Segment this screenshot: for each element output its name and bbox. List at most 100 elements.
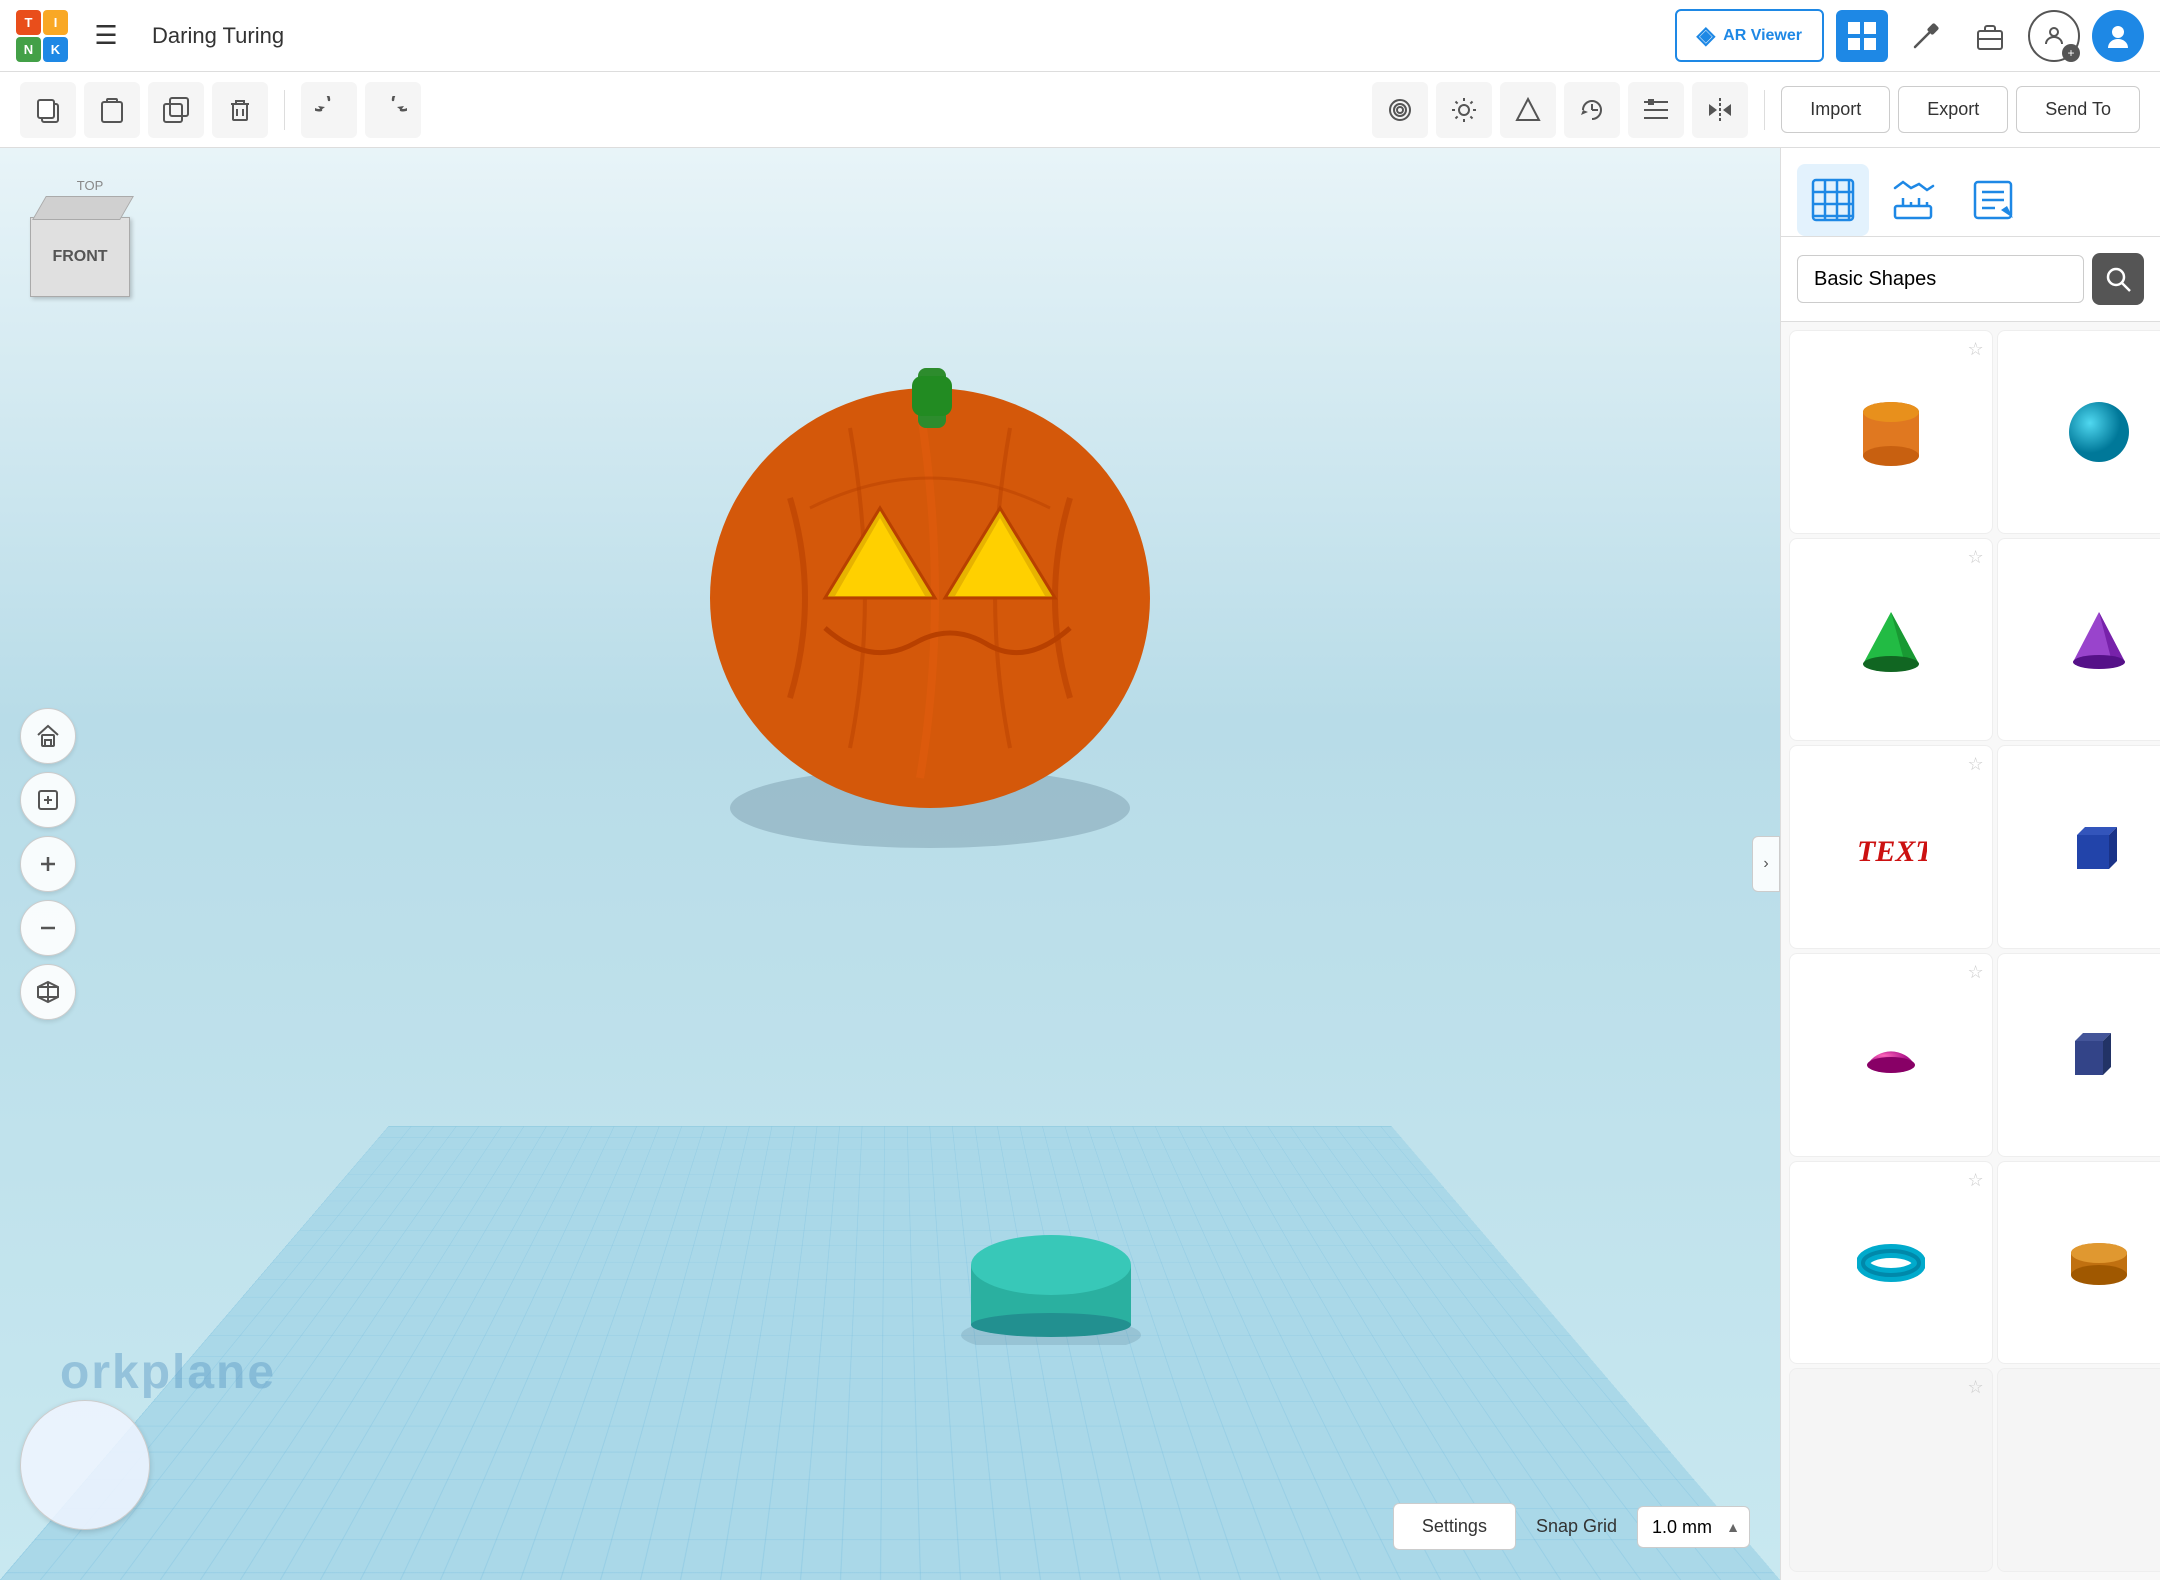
bottom-controls: Settings Snap Grid 1.0 mm 0.5 mm 0.1 mm … bbox=[1393, 1503, 1750, 1550]
star-icon[interactable]: ☆ bbox=[1968, 1377, 1984, 1398]
box-svg bbox=[2065, 813, 2133, 881]
shape-empty-2[interactable]: ☆ bbox=[1997, 1368, 2160, 1572]
avatar[interactable] bbox=[2092, 10, 2144, 62]
shape-cube-dark[interactable]: ☆ bbox=[1997, 953, 2160, 1157]
zoom-out-button[interactable] bbox=[20, 900, 76, 956]
light-icon bbox=[1450, 96, 1478, 124]
shape-toggle-button[interactable] bbox=[1500, 82, 1556, 138]
undo-icon bbox=[315, 96, 343, 124]
duplicate-button[interactable] bbox=[148, 82, 204, 138]
shape-box-3d[interactable]: ☆ bbox=[1997, 745, 2160, 949]
main-area: orkplane TOP FRONT bbox=[0, 148, 2160, 1580]
notes-tab-icon bbox=[1969, 176, 2017, 224]
rotate-button[interactable] bbox=[1564, 82, 1620, 138]
shape-half-sphere-img bbox=[1820, 984, 1961, 1125]
shape-pyramid-purple[interactable]: ☆ bbox=[1997, 538, 2160, 742]
ar-viewer-button[interactable]: ◈ AR Viewer bbox=[1675, 9, 1824, 62]
snap-grid-select[interactable]: 1.0 mm 0.5 mm 0.1 mm 2.0 mm 5.0 mm bbox=[1637, 1506, 1750, 1548]
import-button[interactable]: Import bbox=[1781, 86, 1890, 133]
light-button[interactable] bbox=[1436, 82, 1492, 138]
shape-half-sphere[interactable]: ☆ bbox=[1789, 953, 1993, 1157]
view-cube[interactable]: TOP FRONT bbox=[30, 178, 150, 308]
mini-map bbox=[20, 1400, 150, 1530]
shape-cylinder[interactable]: ☆ bbox=[1789, 330, 1993, 534]
svg-text:TEXT: TEXT bbox=[1857, 835, 1927, 868]
shape-text[interactable]: ☆ TEXT bbox=[1789, 745, 1993, 949]
align-button[interactable] bbox=[1628, 82, 1684, 138]
copy-button[interactable] bbox=[20, 82, 76, 138]
view-cube-top-face bbox=[32, 196, 134, 220]
star-icon[interactable]: ☆ bbox=[1968, 547, 1984, 568]
perspective-button[interactable] bbox=[20, 964, 76, 1020]
view-cube-top-label: TOP bbox=[30, 178, 150, 193]
export-button[interactable]: Export bbox=[1898, 86, 2008, 133]
shape-cylinder-img bbox=[1820, 361, 1961, 502]
star-icon[interactable]: ☆ bbox=[1968, 339, 1984, 360]
panel-search-row: Basic Shapes Letters & Numbers Geometric… bbox=[1781, 237, 2160, 322]
copy-icon bbox=[34, 96, 62, 124]
tab-grid[interactable] bbox=[1797, 164, 1869, 236]
settings-button[interactable]: Settings bbox=[1393, 1503, 1516, 1550]
shape-torus-img bbox=[1820, 1192, 1961, 1333]
collapse-icon: › bbox=[1763, 855, 1768, 873]
text-svg: TEXT bbox=[1855, 817, 1927, 877]
grid-view-button[interactable] bbox=[1836, 10, 1888, 62]
hammer-icon bbox=[1911, 21, 1941, 51]
mirror-button[interactable] bbox=[1692, 82, 1748, 138]
star-icon[interactable]: ☆ bbox=[1968, 1170, 1984, 1191]
home-view-button[interactable] bbox=[20, 708, 76, 764]
briefcase-button[interactable] bbox=[1964, 10, 2016, 62]
mirror-icon bbox=[1706, 96, 1734, 124]
shape-empty-1[interactable]: ☆ bbox=[1789, 1368, 1993, 1572]
perspective-icon bbox=[35, 979, 61, 1005]
delete-icon bbox=[226, 96, 254, 124]
shape-pyramid-green[interactable]: ☆ bbox=[1789, 538, 1993, 742]
logo-n: N bbox=[16, 37, 41, 62]
pyramid-green-svg bbox=[1857, 606, 1925, 674]
tab-notes[interactable] bbox=[1957, 164, 2029, 236]
top-nav: T I N K ☰ Daring Turing ◈ AR Viewer bbox=[0, 0, 2160, 72]
hammer-button[interactable] bbox=[1900, 10, 1952, 62]
zoom-in-icon bbox=[35, 851, 61, 877]
view-cube-body[interactable]: FRONT bbox=[30, 217, 130, 297]
shape-torus[interactable]: ☆ bbox=[1789, 1161, 1993, 1365]
pumpkin-svg bbox=[650, 248, 1250, 848]
send-to-button[interactable]: Send To bbox=[2016, 86, 2140, 133]
star-icon[interactable]: ☆ bbox=[1968, 962, 1984, 983]
viewport[interactable]: orkplane TOP FRONT bbox=[0, 148, 1780, 1580]
fit-view-button[interactable] bbox=[20, 772, 76, 828]
undo-button[interactable] bbox=[301, 82, 357, 138]
ar-viewer-label: AR Viewer bbox=[1723, 27, 1802, 45]
shape-category-select[interactable]: Basic Shapes Letters & Numbers Geometric… bbox=[1797, 255, 2084, 303]
search-button[interactable] bbox=[2092, 253, 2144, 305]
tab-ruler[interactable] bbox=[1877, 164, 1949, 236]
shape-text-img: TEXT bbox=[1820, 777, 1961, 918]
shape-short-cyl[interactable]: ☆ bbox=[1997, 1161, 2160, 1365]
snap-grid-wrap: 1.0 mm 0.5 mm 0.1 mm 2.0 mm 5.0 mm ▲ bbox=[1637, 1506, 1750, 1548]
redo-button[interactable] bbox=[365, 82, 421, 138]
paste-button[interactable] bbox=[84, 82, 140, 138]
teal-half-cyl-svg bbox=[961, 1225, 1141, 1345]
action-buttons: Import Export Send To bbox=[1781, 86, 2140, 133]
right-panel: Basic Shapes Letters & Numbers Geometric… bbox=[1780, 148, 2160, 1580]
menu-button[interactable]: ☰ bbox=[80, 10, 132, 62]
zoom-in-button[interactable] bbox=[20, 836, 76, 892]
toolbar: Import Export Send To bbox=[0, 72, 2160, 148]
collapse-handle[interactable]: › bbox=[1752, 836, 1780, 892]
shape-box-img bbox=[2028, 777, 2160, 918]
cube-svg bbox=[2065, 1021, 2133, 1089]
shape-sphere-img bbox=[2028, 361, 2160, 502]
delete-button[interactable] bbox=[212, 82, 268, 138]
view-mode-button[interactable] bbox=[1372, 82, 1428, 138]
pyramid-purple-svg bbox=[2065, 606, 2133, 674]
grid-tab-icon bbox=[1809, 176, 1857, 224]
add-user-button[interactable]: + bbox=[2028, 10, 2080, 62]
avatar-icon bbox=[2104, 22, 2132, 50]
ruler-tab-icon bbox=[1889, 176, 1937, 224]
shape-icon bbox=[1514, 96, 1542, 124]
nav-controls bbox=[20, 708, 76, 1020]
shape-pyramid-purple-img bbox=[2028, 569, 2160, 710]
star-icon[interactable]: ☆ bbox=[1968, 754, 1984, 775]
duplicate-icon bbox=[162, 96, 190, 124]
shape-sphere[interactable]: ☆ bbox=[1997, 330, 2160, 534]
